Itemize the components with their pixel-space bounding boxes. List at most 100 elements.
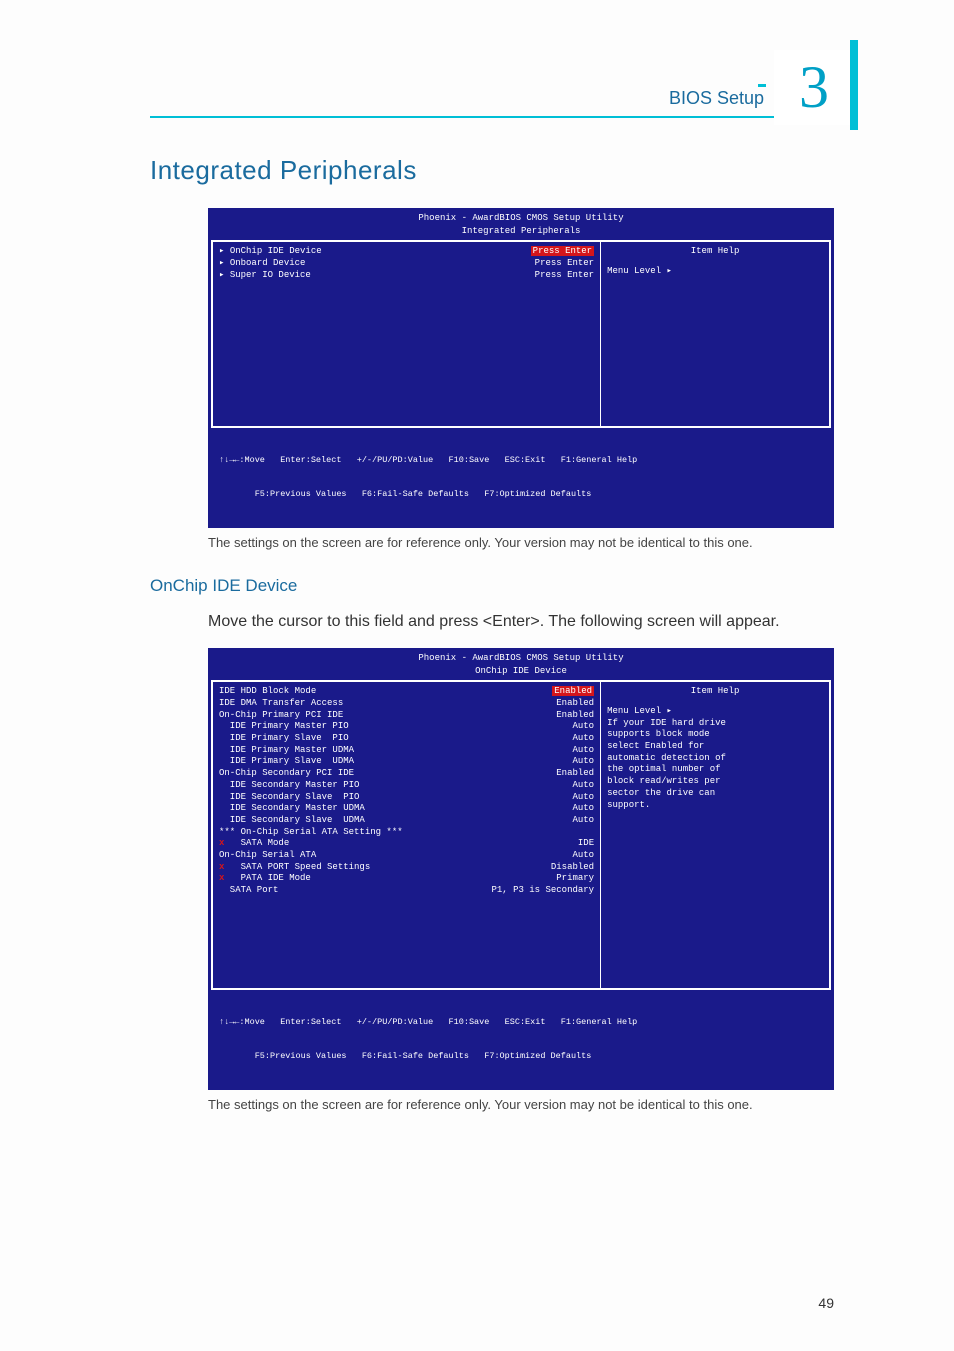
body-paragraph-1: Move the cursor to this field and press … (208, 610, 834, 634)
bios-menu-row: IDE HDD Block Mode Enabled (219, 686, 594, 698)
bios-row-value: Auto (572, 780, 594, 792)
bios-row-label: On-Chip Primary PCI IDE (219, 710, 343, 722)
bios2-title: Phoenix - AwardBIOS CMOS Setup Utility (211, 651, 831, 666)
bios-row-label: On-Chip Secondary PCI IDE (219, 768, 354, 780)
help-line: block read/writes per (607, 776, 823, 788)
bios-row-value: Auto (572, 792, 594, 804)
bios-row-label: IDE Primary Master PIO (219, 721, 349, 733)
help-line: Menu Level ▸ (607, 266, 823, 278)
bios-row-value: Enabled (552, 686, 594, 698)
bios-row-label: IDE Primary Slave UDMA (219, 756, 354, 768)
bios-row-value: Auto (572, 815, 594, 827)
bios1-help-panel: Item Help Menu Level ▸ (601, 242, 829, 426)
bios-row-value: Auto (572, 803, 594, 815)
bios-menu-row: *** On-Chip Serial ATA Setting *** (219, 827, 594, 839)
bios-menu-row: IDE Primary Master PIO Auto (219, 721, 594, 733)
help-line: the optimal number of (607, 764, 823, 776)
bios-menu-row: IDE Secondary Master UDMA Auto (219, 803, 594, 815)
bios-row-label: IDE DMA Transfer Access (219, 698, 343, 710)
bios2-subtitle: OnChip IDE Device (211, 666, 831, 681)
bios-menu-row: IDE Primary Slave UDMA Auto (219, 756, 594, 768)
bios2-footer-line1: ↑↓→←:Move Enter:Select +/-/PU/PD:Value F… (219, 1017, 823, 1028)
bios-row-label: On-Chip Serial ATA (219, 850, 316, 862)
bios-row-label: IDE Secondary Slave PIO (219, 792, 359, 804)
bios-menu-row: On-Chip Serial ATA Auto (219, 850, 594, 862)
header-rule (150, 116, 774, 118)
bios-row-label: IDE Primary Master UDMA (219, 745, 354, 757)
bios1-title: Phoenix - AwardBIOS CMOS Setup Utility (211, 211, 831, 226)
bios-menu-row: IDE Primary Slave PIO Auto (219, 733, 594, 745)
bios-row-label: x SATA Mode (219, 838, 289, 850)
heading-integrated-peripherals: Integrated Peripherals (150, 155, 834, 186)
selected-value: Enabled (552, 686, 594, 696)
bios-menu-row: ▸ OnChip IDE DevicePress Enter (219, 246, 594, 258)
bios-menu-row: On-Chip Secondary PCI IDE Enabled (219, 768, 594, 780)
bios-row-value: Press Enter (535, 258, 594, 270)
bios-row-label: ▸ Onboard Device (219, 258, 305, 270)
bios1-footer-line1: ↑↓→←:Move Enter:Select +/-/PU/PD:Value F… (219, 455, 823, 466)
bios-row-value: Press Enter (535, 270, 594, 282)
bios-row-label: ▸ Super IO Device (219, 270, 311, 282)
bios1-footer: ↑↓→←:Move Enter:Select +/-/PU/PD:Value F… (211, 428, 831, 524)
help-line: supports block mode (607, 729, 823, 741)
bios-row-value: Auto (572, 756, 594, 768)
help-line: automatic detection of (607, 753, 823, 765)
page-number: 49 (818, 1295, 834, 1311)
bios-row-value: Disabled (551, 862, 594, 874)
help-line: If your IDE hard drive (607, 718, 823, 730)
bios2-menu-panel: IDE HDD Block ModeEnabledIDE DMA Transfe… (213, 682, 601, 988)
bios-menu-row: x SATA PORT Speed Settings Disabled (219, 862, 594, 874)
bios-row-label: *** On-Chip Serial ATA Setting *** (219, 827, 403, 839)
bios-menu-row: SATA PortP1, P3 is Secondary (219, 885, 594, 897)
caption-2: The settings on the screen are for refer… (208, 1096, 834, 1114)
bios-row-value: Auto (572, 850, 594, 862)
bios1-footer-line2: F5:Previous Values F6:Fail-Safe Defaults… (219, 489, 823, 500)
bios2-footer: ↑↓→←:Move Enter:Select +/-/PU/PD:Value F… (211, 990, 831, 1086)
bios-row-value: Enabled (556, 710, 594, 722)
bios-menu-row: ▸ Super IO Device Press Enter (219, 270, 594, 282)
bios-row-value: Press Enter (531, 246, 594, 258)
bios-row-value: Auto (572, 745, 594, 757)
header-tick (758, 84, 766, 87)
bios-row-label: SATA Port (219, 885, 278, 897)
bios-menu-row: IDE Secondary Slave PIO Auto (219, 792, 594, 804)
bios-row-label: IDE HDD Block Mode (219, 686, 316, 698)
bios-row-label: x SATA PORT Speed Settings (219, 862, 370, 874)
bios-row-value: Enabled (556, 768, 594, 780)
help-line: sector the drive can (607, 788, 823, 800)
bios2-help-body: Menu Level ▸If your IDE hard drivesuppor… (607, 706, 823, 811)
heading-onchip-ide: OnChip IDE Device (150, 576, 834, 596)
bios1-menu-panel: ▸ OnChip IDE DevicePress Enter▸ Onboard … (213, 242, 601, 426)
page-header: BIOS Setup 3 (150, 50, 834, 125)
bios-row-label: IDE Secondary Slave UDMA (219, 815, 365, 827)
help-line: Menu Level ▸ (607, 706, 823, 718)
bios-row-label: x PATA IDE Mode (219, 873, 311, 885)
bios-row-label: IDE Primary Slave PIO (219, 733, 349, 745)
bios-screenshot-1: Phoenix - AwardBIOS CMOS Setup Utility I… (208, 208, 834, 528)
bios-row-label: IDE Secondary Master PIO (219, 780, 359, 792)
accent-bar (850, 40, 858, 130)
bios-row-value: Enabled (556, 698, 594, 710)
caption-1: The settings on the screen are for refer… (208, 534, 834, 552)
disabled-x-icon: x (219, 862, 230, 872)
bios-menu-row: x PATA IDE Mode Primary (219, 873, 594, 885)
bios2-help-panel: Item Help Menu Level ▸If your IDE hard d… (601, 682, 829, 988)
disabled-x-icon: x (219, 873, 230, 883)
bios-menu-row: IDE DMA Transfer Access Enabled (219, 698, 594, 710)
bios-menu-row: IDE Secondary Master PIO Auto (219, 780, 594, 792)
bios-menu-row: On-Chip Primary PCI IDE Enabled (219, 710, 594, 722)
bios-row-value: IDE (578, 838, 594, 850)
help-line: support. (607, 800, 823, 812)
help-line: select Enabled for (607, 741, 823, 753)
chapter-label: BIOS Setup (669, 88, 764, 109)
bios-row-value: Auto (572, 733, 594, 745)
bios-row-label: IDE Secondary Master UDMA (219, 803, 365, 815)
bios-menu-row: x SATA Mode IDE (219, 838, 594, 850)
bios1-subtitle: Integrated Peripherals (211, 226, 831, 241)
bios-menu-row: IDE Secondary Slave UDMA Auto (219, 815, 594, 827)
bios1-help-title: Item Help (607, 246, 823, 258)
bios-screenshot-2: Phoenix - AwardBIOS CMOS Setup Utility O… (208, 648, 834, 1090)
chapter-number: 3 (799, 53, 829, 122)
bios-row-value: Auto (572, 721, 594, 733)
bios-row-value: Primary (556, 873, 594, 885)
